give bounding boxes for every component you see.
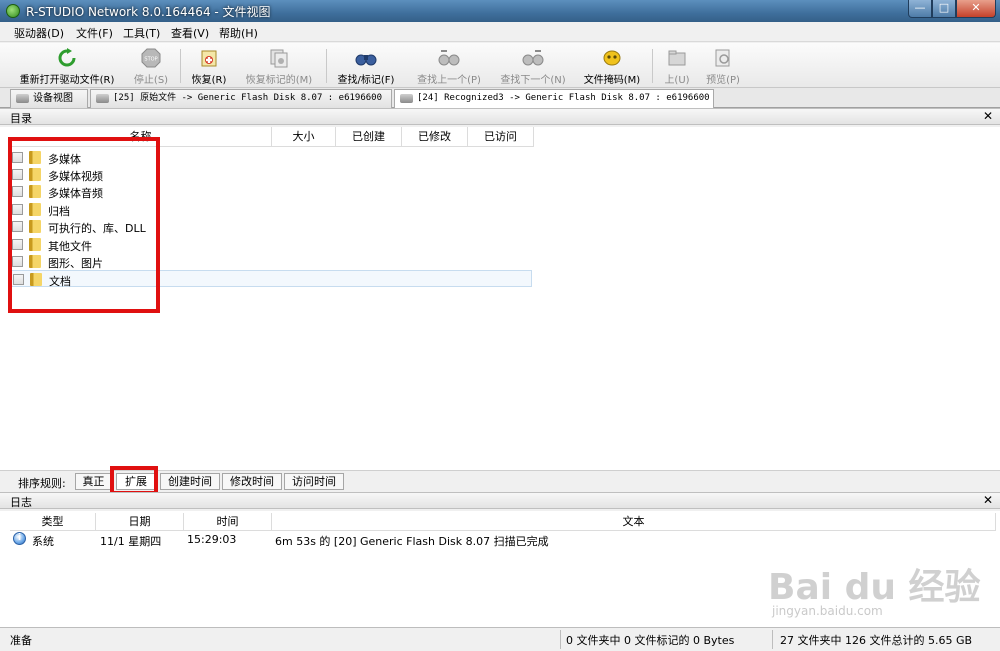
find-prev-button[interactable]: 查找上一个(P) xyxy=(412,45,486,87)
log-type: 系统 xyxy=(32,535,54,548)
app-window: R-STUDIO Network 8.0.164464 - 文件视图 — □ ✕… xyxy=(0,0,1000,651)
drive-icon xyxy=(16,94,29,103)
log-time: 15:29:03 xyxy=(187,533,237,546)
find-prev-icon xyxy=(438,50,460,66)
app-icon xyxy=(6,4,20,18)
watermark-text: Bai du 经验 xyxy=(768,567,981,608)
minimize-button[interactable]: — xyxy=(908,0,932,18)
log-close-icon[interactable]: ✕ xyxy=(983,493,993,507)
highlight-box xyxy=(110,466,158,495)
toolbar-separator xyxy=(652,49,653,83)
maximize-button[interactable]: □ xyxy=(932,0,956,18)
info-icon: i xyxy=(13,532,26,545)
log-column-date[interactable]: 日期 xyxy=(96,513,184,531)
stop-button[interactable]: STOP 停止(S) xyxy=(128,45,174,87)
highlight-box xyxy=(8,137,160,313)
status-total: 27 文件夹中 126 文件总计的 5.65 GB xyxy=(780,634,973,647)
menu-file[interactable]: 文件(F) xyxy=(76,25,113,41)
sort-label: 排序规则: xyxy=(18,477,66,490)
stop-icon: STOP xyxy=(141,48,161,68)
tab-recognized[interactable]: [24] Recognized3 -> Generic Flash Disk 8… xyxy=(394,89,714,109)
log-column-type[interactable]: 类型 xyxy=(10,513,96,531)
find-mark-button[interactable]: 查找/标记(F) xyxy=(332,45,400,87)
drive-icon xyxy=(400,94,413,103)
document-tab-bar: 设备视图 [25] 原始文件 -> Generic Flash Disk 8.0… xyxy=(0,88,1000,109)
directory-panel-header: 目录 ✕ xyxy=(0,108,1000,125)
directory-panel: 名称 大小 已创建 已修改 已访问 多媒体 多媒体视频 多媒体音频 归档 可执行… xyxy=(0,127,1000,470)
up-icon xyxy=(668,50,686,66)
menu-drive[interactable]: 驱动器(D) xyxy=(14,25,64,41)
file-mask-icon xyxy=(603,50,621,66)
preview-button[interactable]: 预览(P) xyxy=(702,45,744,87)
sort-tab-modification-time[interactable]: 修改时间 xyxy=(222,473,282,490)
status-ready: 准备 xyxy=(10,634,32,647)
column-accessed[interactable]: 已访问 xyxy=(468,127,534,147)
log-title: 日志 xyxy=(10,496,32,509)
log-text: 6m 53s 的 [20] Generic Flash Disk 8.07 扫描… xyxy=(275,535,549,548)
up-button[interactable]: 上(U) xyxy=(658,45,696,87)
log-column-text[interactable]: 文本 xyxy=(272,513,996,531)
directory-close-icon[interactable]: ✕ xyxy=(983,109,993,123)
sort-tab-creation-time[interactable]: 创建时间 xyxy=(160,473,220,490)
reopen-drive-button[interactable]: 重新打开驱动文件(R) xyxy=(14,45,120,87)
status-separator xyxy=(560,630,561,649)
directory-title: 目录 xyxy=(10,112,32,125)
log-panel-header: 日志 ✕ xyxy=(0,492,1000,509)
menu-view[interactable]: 查看(V) xyxy=(171,25,209,41)
preview-icon xyxy=(715,49,730,67)
log-date: 11/1 星期四 xyxy=(100,535,162,548)
sort-bar: 排序规则: 真正 扩展 创建时间 修改时间 访问时间 xyxy=(0,466,1000,495)
svg-text:STOP: STOP xyxy=(144,57,157,63)
window-title: R-STUDIO Network 8.0.164464 - 文件视图 xyxy=(26,5,271,19)
toolbar-separator xyxy=(180,49,181,83)
recover-marked-icon xyxy=(270,49,288,68)
status-marked: 0 文件夹中 0 文件标记的 0 Bytes xyxy=(566,634,735,647)
file-mask-button[interactable]: 文件掩码(M) xyxy=(580,45,644,87)
binoculars-icon xyxy=(355,54,377,66)
reopen-icon xyxy=(58,48,76,67)
recover-marked-button[interactable]: 恢复标记的(M) xyxy=(240,45,318,87)
find-next-icon xyxy=(522,50,544,66)
watermark: Bai du 经验 jingyan.baidu.com xyxy=(760,548,995,628)
sort-tab-real[interactable]: 真正 xyxy=(75,473,112,490)
close-button[interactable]: ✕ xyxy=(956,0,996,18)
toolbar: 重新打开驱动文件(R) STOP 停止(S) 恢复(R) 恢复标记的(M) 查找… xyxy=(0,43,1000,88)
find-next-button[interactable]: 查找下一个(N) xyxy=(496,45,570,87)
column-size[interactable]: 大小 xyxy=(272,127,336,147)
status-separator xyxy=(772,630,773,649)
recover-icon xyxy=(201,50,217,67)
column-created[interactable]: 已创建 xyxy=(336,127,402,147)
sort-tab-access-time[interactable]: 访问时间 xyxy=(284,473,344,490)
recover-button[interactable]: 恢复(R) xyxy=(186,45,232,87)
menu-tools[interactable]: 工具(T) xyxy=(123,25,160,41)
log-column-time[interactable]: 时间 xyxy=(184,513,272,531)
tab-raw-files[interactable]: [25] 原始文件 -> Generic Flash Disk 8.07 : e… xyxy=(90,89,392,108)
toolbar-separator xyxy=(326,49,327,83)
drive-icon xyxy=(96,94,109,103)
watermark-url: jingyan.baidu.com xyxy=(772,604,883,618)
status-bar: 准备 0 文件夹中 0 文件标记的 0 Bytes 27 文件夹中 126 文件… xyxy=(0,627,1000,651)
tab-device-view[interactable]: 设备视图 xyxy=(10,89,88,108)
title-bar: R-STUDIO Network 8.0.164464 - 文件视图 — □ ✕ xyxy=(0,0,1000,22)
menu-help[interactable]: 帮助(H) xyxy=(219,25,258,41)
column-modified[interactable]: 已修改 xyxy=(402,127,468,147)
menu-bar: 驱动器(D) 文件(F) 工具(T) 查看(V) 帮助(H) xyxy=(0,22,1000,42)
